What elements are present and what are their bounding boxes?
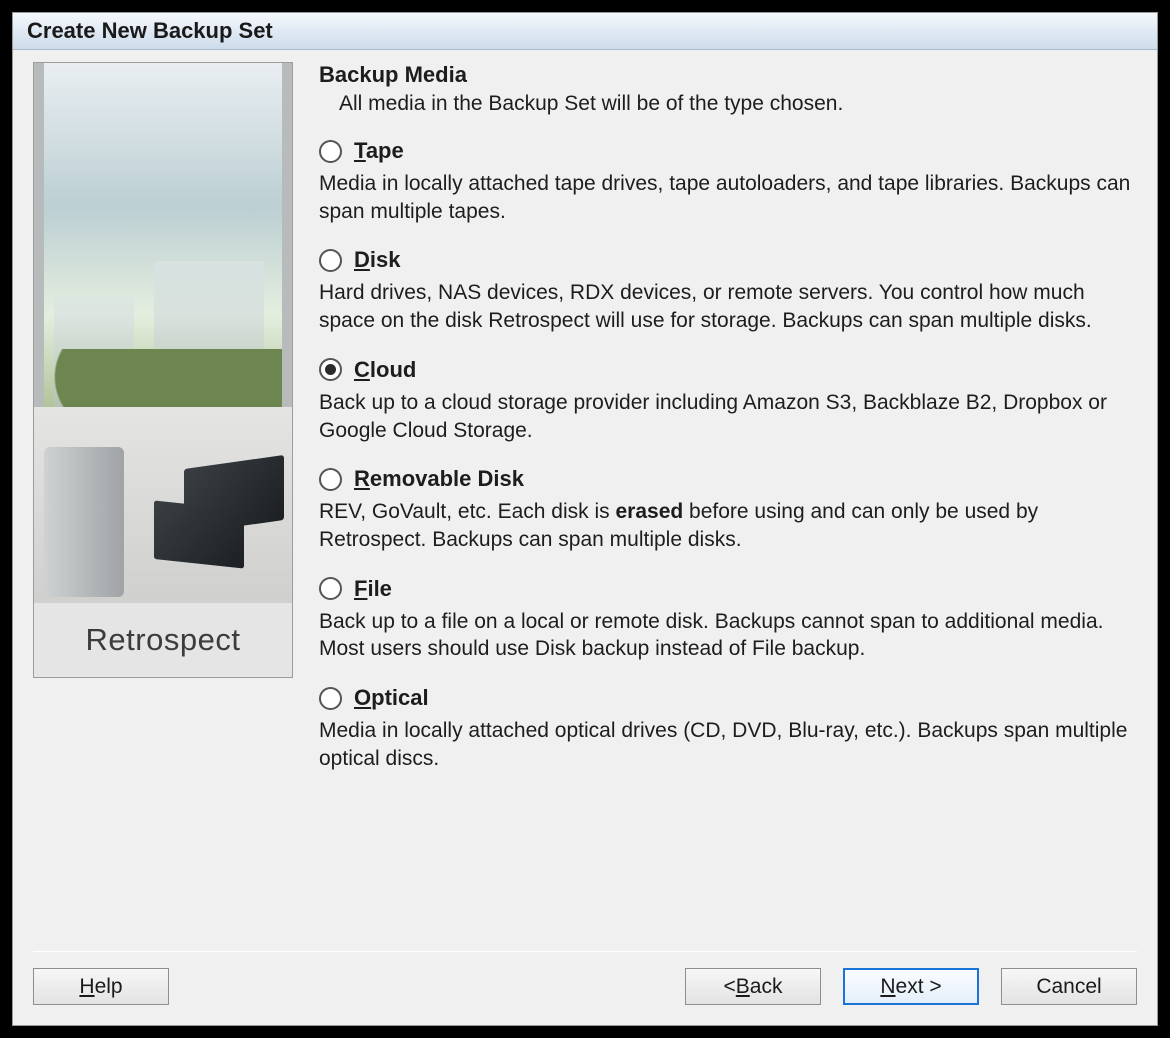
window-title: Create New Backup Set [13,13,1157,50]
option-disk-label: Disk [354,247,400,273]
option-removable: Removable Disk REV, GoVault, etc. Each d… [319,466,1137,553]
option-removable-desc: REV, GoVault, etc. Each disk is erased b… [319,498,1137,553]
option-optical-desc: Media in locally attached optical drives… [319,717,1137,772]
option-disk: Disk Hard drives, NAS devices, RDX devic… [319,247,1137,334]
cancel-button[interactable]: Cancel [1001,968,1137,1005]
wizard-body: Retrospect Backup Media All media in the… [13,50,1157,951]
option-cloud: Cloud Back up to a cloud storage provide… [319,357,1137,444]
back-button[interactable]: < Back [685,968,821,1005]
option-removable-label: Removable Disk [354,466,524,492]
radio-cloud[interactable] [319,358,342,381]
option-cloud-desc: Back up to a cloud storage provider incl… [319,389,1137,444]
option-tape-desc: Media in locally attached tape drives, t… [319,170,1137,225]
radio-optical[interactable] [319,687,342,710]
option-cloud-head[interactable]: Cloud [319,357,1137,383]
option-removable-head[interactable]: Removable Disk [319,466,1137,492]
wizard-sidebar-graphic: Retrospect [33,62,293,678]
radio-file[interactable] [319,577,342,600]
option-file: File Back up to a file on a local or rem… [319,576,1137,663]
wizard-button-row: Help < Back Next > Cancel [13,952,1157,1025]
option-file-head[interactable]: File [319,576,1137,602]
page-subtitle: All media in the Backup Set will be of t… [339,92,1137,116]
radio-removable[interactable] [319,468,342,491]
option-file-desc: Back up to a file on a local or remote d… [319,608,1137,663]
option-file-label: File [354,576,392,602]
wizard-content: Backup Media All media in the Backup Set… [319,62,1137,951]
radio-tape[interactable] [319,140,342,163]
option-tape-head[interactable]: Tape [319,138,1137,164]
option-disk-head[interactable]: Disk [319,247,1137,273]
page-heading: Backup Media [319,62,1137,88]
help-button[interactable]: Help [33,968,169,1005]
wizard-window: Create New Backup Set Retrospect Backup … [12,12,1158,1026]
option-disk-desc: Hard drives, NAS devices, RDX devices, o… [319,279,1137,334]
next-button[interactable]: Next > [843,968,979,1005]
option-optical: Optical Media in locally attached optica… [319,685,1137,772]
option-optical-label: Optical [354,685,429,711]
brand-logo-text: Retrospect [86,622,241,658]
option-optical-head[interactable]: Optical [319,685,1137,711]
radio-disk[interactable] [319,249,342,272]
option-tape: Tape Media in locally attached tape driv… [319,138,1137,225]
option-tape-label: Tape [354,138,404,164]
option-cloud-label: Cloud [354,357,416,383]
